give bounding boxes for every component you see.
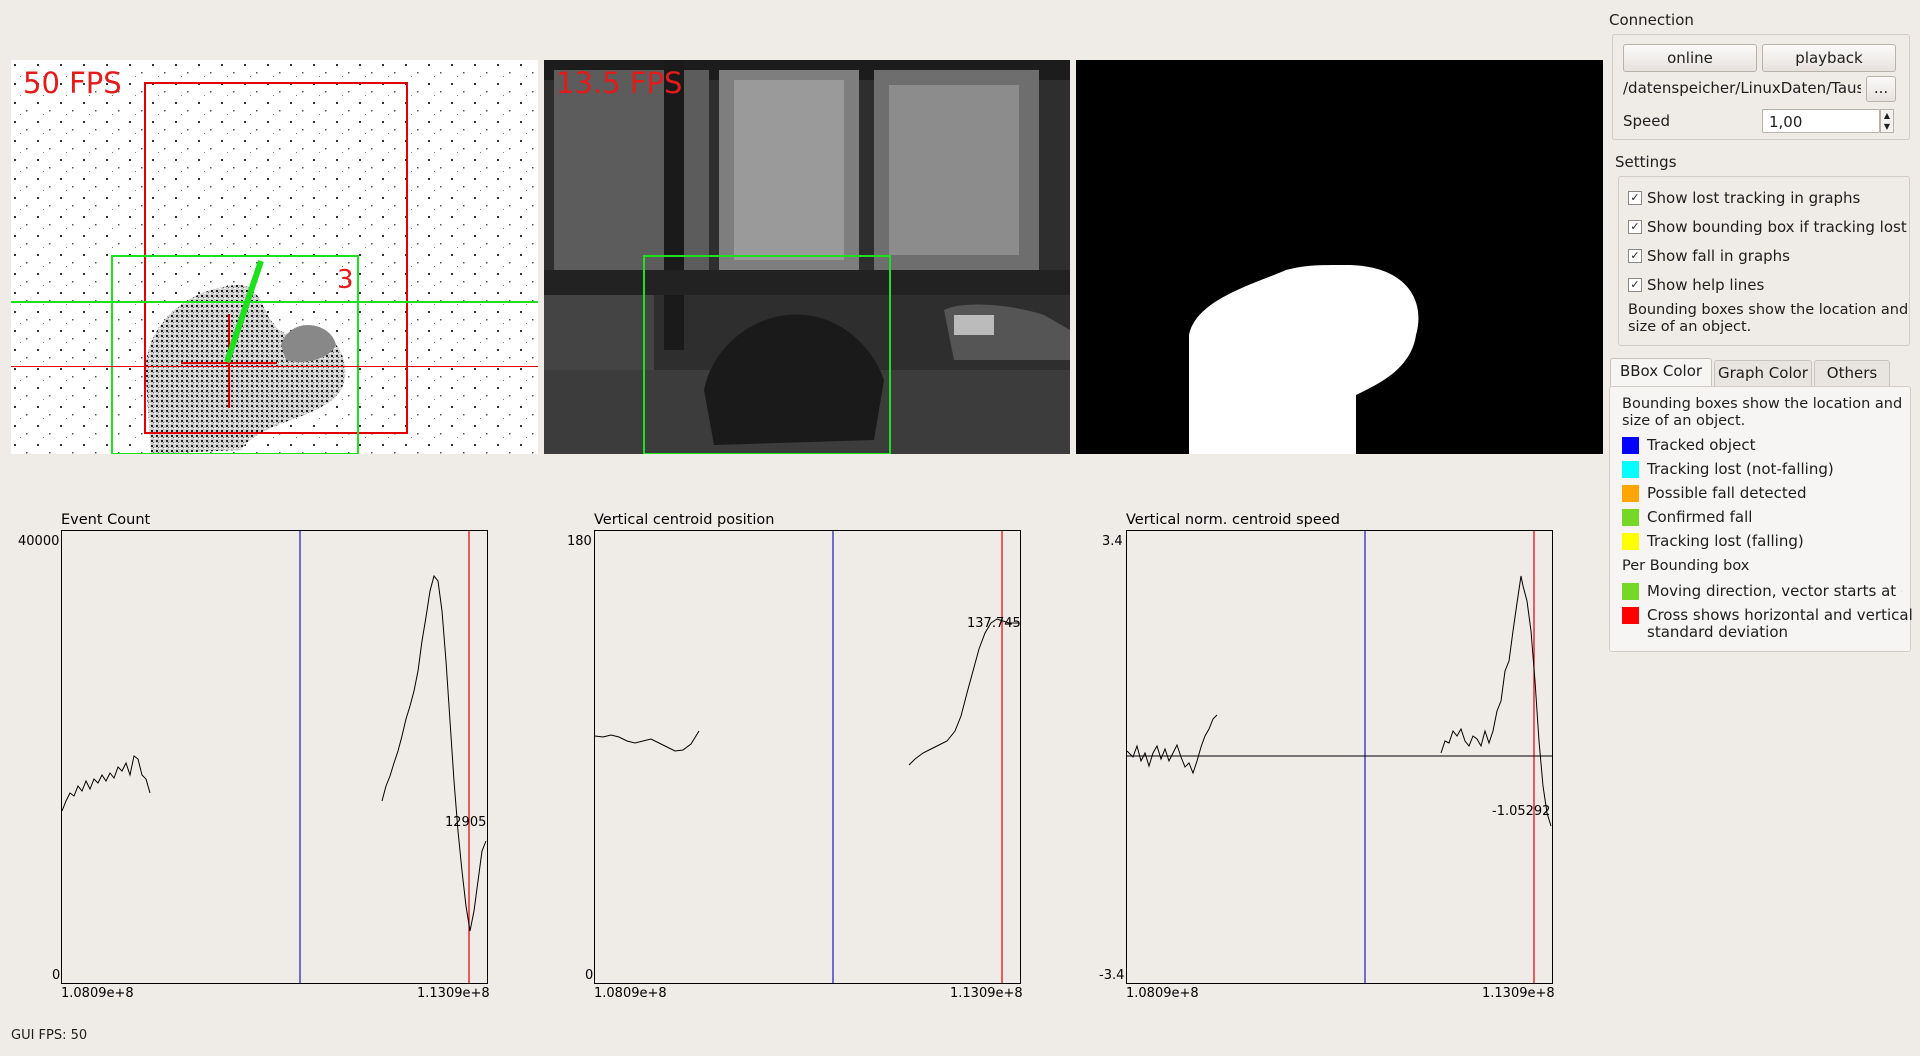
path-field[interactable]: /datenspeicher/LinuxDaten/Tausch <box>1623 77 1861 99</box>
color-swatch[interactable] <box>1622 461 1639 478</box>
option-label: Show fall in graphs <box>1647 247 1790 265</box>
mask-image <box>1189 265 1419 454</box>
mask-view <box>1076 60 1603 454</box>
legend-label: Tracking lost (falling) <box>1647 532 1804 550</box>
legend-label: Tracked object <box>1647 436 1756 454</box>
object-count-label: 3 <box>337 265 354 295</box>
color-swatch[interactable] <box>1622 607 1639 624</box>
speed-spinbox[interactable]: 1,00 <box>1762 109 1880 133</box>
graph-current-value: 137.745 <box>967 616 1020 631</box>
checkbox-checked-icon[interactable]: ✓ <box>1628 249 1642 263</box>
settings-title: Settings <box>1615 153 1677 171</box>
graph-xmax: 1.1309e+8 <box>1482 986 1555 1001</box>
graph-vertical-centroid[interactable]: 137.745 <box>594 530 1021 984</box>
graph-xmax: 1.1309e+8 <box>950 986 1023 1001</box>
graph-xmax: 1.1309e+8 <box>417 986 490 1001</box>
event-view: 50 FPS 3 <box>11 60 538 454</box>
legend-label: Moving direction, vector starts at cen <box>1647 582 1902 600</box>
tab-graph-color[interactable]: Graph Color <box>1714 360 1812 386</box>
legend-label: Possible fall detected <box>1647 484 1807 502</box>
speed-stepper[interactable]: ▲ ▼ <box>1880 109 1894 133</box>
color-swatch[interactable] <box>1622 437 1639 454</box>
color-swatch[interactable] <box>1622 509 1639 526</box>
graph-ymin: 0 <box>585 968 594 983</box>
settings-help-text-2: size of an object. <box>1628 319 1752 335</box>
connection-title: Connection <box>1609 11 1694 29</box>
graph-xmin: 1.0809e+8 <box>61 986 134 1001</box>
option-label: Show lost tracking in graphs <box>1647 189 1861 207</box>
graph-title-vertical-centroid: Vertical centroid position <box>594 512 775 528</box>
graph-xmin: 1.0809e+8 <box>1126 986 1199 1001</box>
graph-ymin: -3.4 <box>1099 968 1125 983</box>
graph-title-centroid-speed: Vertical norm. centroid speed <box>1126 512 1340 528</box>
graph-current-value: -1.05292 <box>1492 804 1550 819</box>
graph-ymax: 40000 <box>18 534 60 549</box>
playback-button[interactable]: playback <box>1762 44 1896 72</box>
per-box-title: Per Bounding box <box>1622 558 1750 574</box>
graph-current-value: 12905 <box>445 815 486 830</box>
bbox-intro-2: size of an object. <box>1622 413 1746 429</box>
option-label: Show help lines <box>1647 276 1765 294</box>
settings-help-text-1: Bounding boxes show the location and <box>1628 302 1909 318</box>
tab-others[interactable]: Others <box>1814 360 1890 386</box>
legend-label: Cross shows horizontal and vertical <box>1647 606 1913 624</box>
legend-moving-direction: Moving direction, vector starts at cen <box>1622 582 1902 602</box>
chevron-down-icon[interactable]: ▼ <box>1881 121 1893 132</box>
direction-vector <box>224 260 264 363</box>
graph-centroid-speed[interactable]: -1.05292 <box>1126 530 1553 984</box>
legend-label-cont: standard deviation <box>1647 623 1789 641</box>
color-swatch[interactable] <box>1622 533 1639 550</box>
graph-title-event-count: Event Count <box>61 512 151 528</box>
checkbox-checked-icon[interactable]: ✓ <box>1628 220 1642 234</box>
graph-ymax: 3.4 <box>1102 534 1123 549</box>
frame-view: 13.5 FPS <box>544 60 1070 454</box>
legend-label: Tracking lost (not-falling) <box>1647 460 1834 478</box>
frame-object-box <box>643 255 891 454</box>
browse-button[interactable]: ... <box>1866 76 1896 102</box>
tab-bbox-color[interactable]: BBox Color <box>1610 358 1712 387</box>
online-button[interactable]: online <box>1623 44 1757 72</box>
speed-label: Speed <box>1623 112 1671 130</box>
graph-event-count[interactable]: 12905 <box>61 530 488 984</box>
checkbox-checked-icon[interactable]: ✓ <box>1628 191 1642 205</box>
option-label: Show bounding box if tracking lost <box>1647 218 1907 236</box>
chevron-up-icon[interactable]: ▲ <box>1881 110 1893 121</box>
checkbox-checked-icon[interactable]: ✓ <box>1628 278 1642 292</box>
color-swatch[interactable] <box>1622 485 1639 502</box>
gui-fps-label: GUI FPS: 50 <box>11 1028 88 1043</box>
graph-ymax: 180 <box>567 534 592 549</box>
legend-label: Confirmed fall <box>1647 508 1753 526</box>
graph-xmin: 1.0809e+8 <box>594 986 667 1001</box>
frame-fps-label: 13.5 FPS <box>556 66 683 100</box>
graph-ymin: 0 <box>52 968 61 983</box>
color-swatch[interactable] <box>1622 583 1639 600</box>
bbox-intro-1: Bounding boxes show the location and <box>1622 396 1903 412</box>
